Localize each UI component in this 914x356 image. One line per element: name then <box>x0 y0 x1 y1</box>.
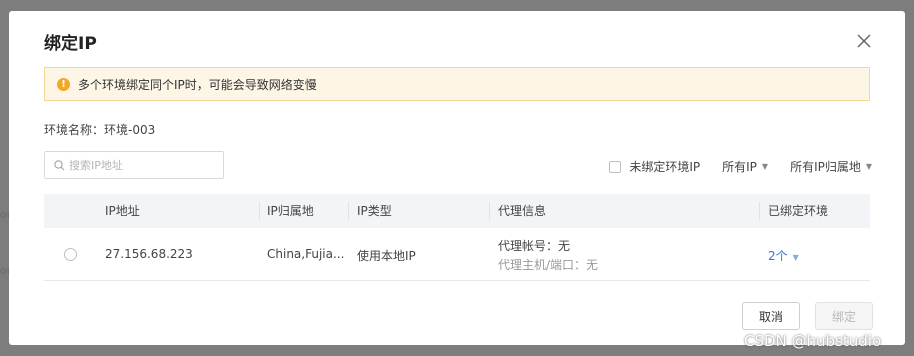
bind-button[interactable]: 绑定 <box>815 302 873 330</box>
watermark: CSDN @hubstudio <box>744 332 882 350</box>
search-input[interactable] <box>65 158 219 172</box>
table-row[interactable]: 27.156.68.223 China,Fujia... 使用本地IP 代理帐号… <box>44 228 870 281</box>
row-select-radio[interactable] <box>64 248 77 261</box>
column-header-bound-env: 已绑定环境 <box>768 204 829 218</box>
environment-label: 环境名称： <box>44 123 105 137</box>
caret-down-icon: ▼ <box>761 162 769 171</box>
column-divider <box>348 202 349 220</box>
bind-ip-dialog: 绑定IP ! 多个环境绑定同个IP时，可能会导致网络变慢 环境名称：环境-003… <box>9 11 905 345</box>
location-filter-label: 所有IP归属地 <box>790 160 861 174</box>
bound-env-dropdown[interactable]: 2个 ▼ <box>768 247 799 264</box>
column-header-location: IP归属地 <box>267 204 314 218</box>
environment-name: 环境名称：环境-003 <box>44 121 155 138</box>
column-header-ip: IP地址 <box>105 204 140 218</box>
cell-proxy-account: 代理帐号：无 <box>498 239 571 253</box>
column-divider <box>759 202 760 220</box>
column-divider <box>489 202 490 220</box>
close-button[interactable] <box>855 32 873 50</box>
cell-location: China,Fujia... <box>267 247 345 261</box>
table-header: IP地址 IP归属地 IP类型 代理信息 已绑定环境 <box>44 194 870 228</box>
cell-type: 使用本地IP <box>357 249 416 263</box>
ip-table: IP地址 IP归属地 IP类型 代理信息 已绑定环境 27.156.68.223… <box>44 194 870 281</box>
caret-down-icon: ▼ <box>792 253 799 262</box>
unbound-ip-checkbox[interactable]: 未绑定环境IP <box>609 158 700 175</box>
filter-bar: 未绑定环境IP 所有IP ▼ 所有IP归属地 ▼ <box>587 158 872 175</box>
warning-icon: ! <box>57 77 70 91</box>
caret-down-icon: ▼ <box>865 162 872 171</box>
ip-filter-dropdown[interactable]: 所有IP ▼ <box>722 158 768 175</box>
warning-alert: ! 多个环境绑定同个IP时，可能会导致网络变慢 <box>44 67 870 101</box>
ip-filter-label: 所有IP <box>722 160 757 174</box>
location-filter-dropdown[interactable]: 所有IP归属地 ▼ <box>790 158 872 175</box>
cell-ip: 27.156.68.223 <box>105 247 193 261</box>
alert-text: 多个环境绑定同个IP时，可能会导致网络变慢 <box>78 77 317 92</box>
dialog-title: 绑定IP <box>44 34 97 54</box>
bound-env-count: 2个 <box>768 249 788 263</box>
search-box[interactable] <box>44 151 224 179</box>
column-divider <box>259 202 260 220</box>
column-header-proxy: 代理信息 <box>498 204 547 218</box>
unbound-ip-label: 未绑定环境IP <box>629 160 701 174</box>
environment-value: 环境-003 <box>104 123 156 137</box>
cell-proxy-host: 代理主机/端口：无 <box>498 258 599 272</box>
column-header-type: IP类型 <box>357 204 392 218</box>
search-icon <box>54 159 65 170</box>
cancel-button[interactable]: 取消 <box>742 302 800 330</box>
close-icon <box>857 34 871 48</box>
checkbox[interactable] <box>609 160 622 173</box>
